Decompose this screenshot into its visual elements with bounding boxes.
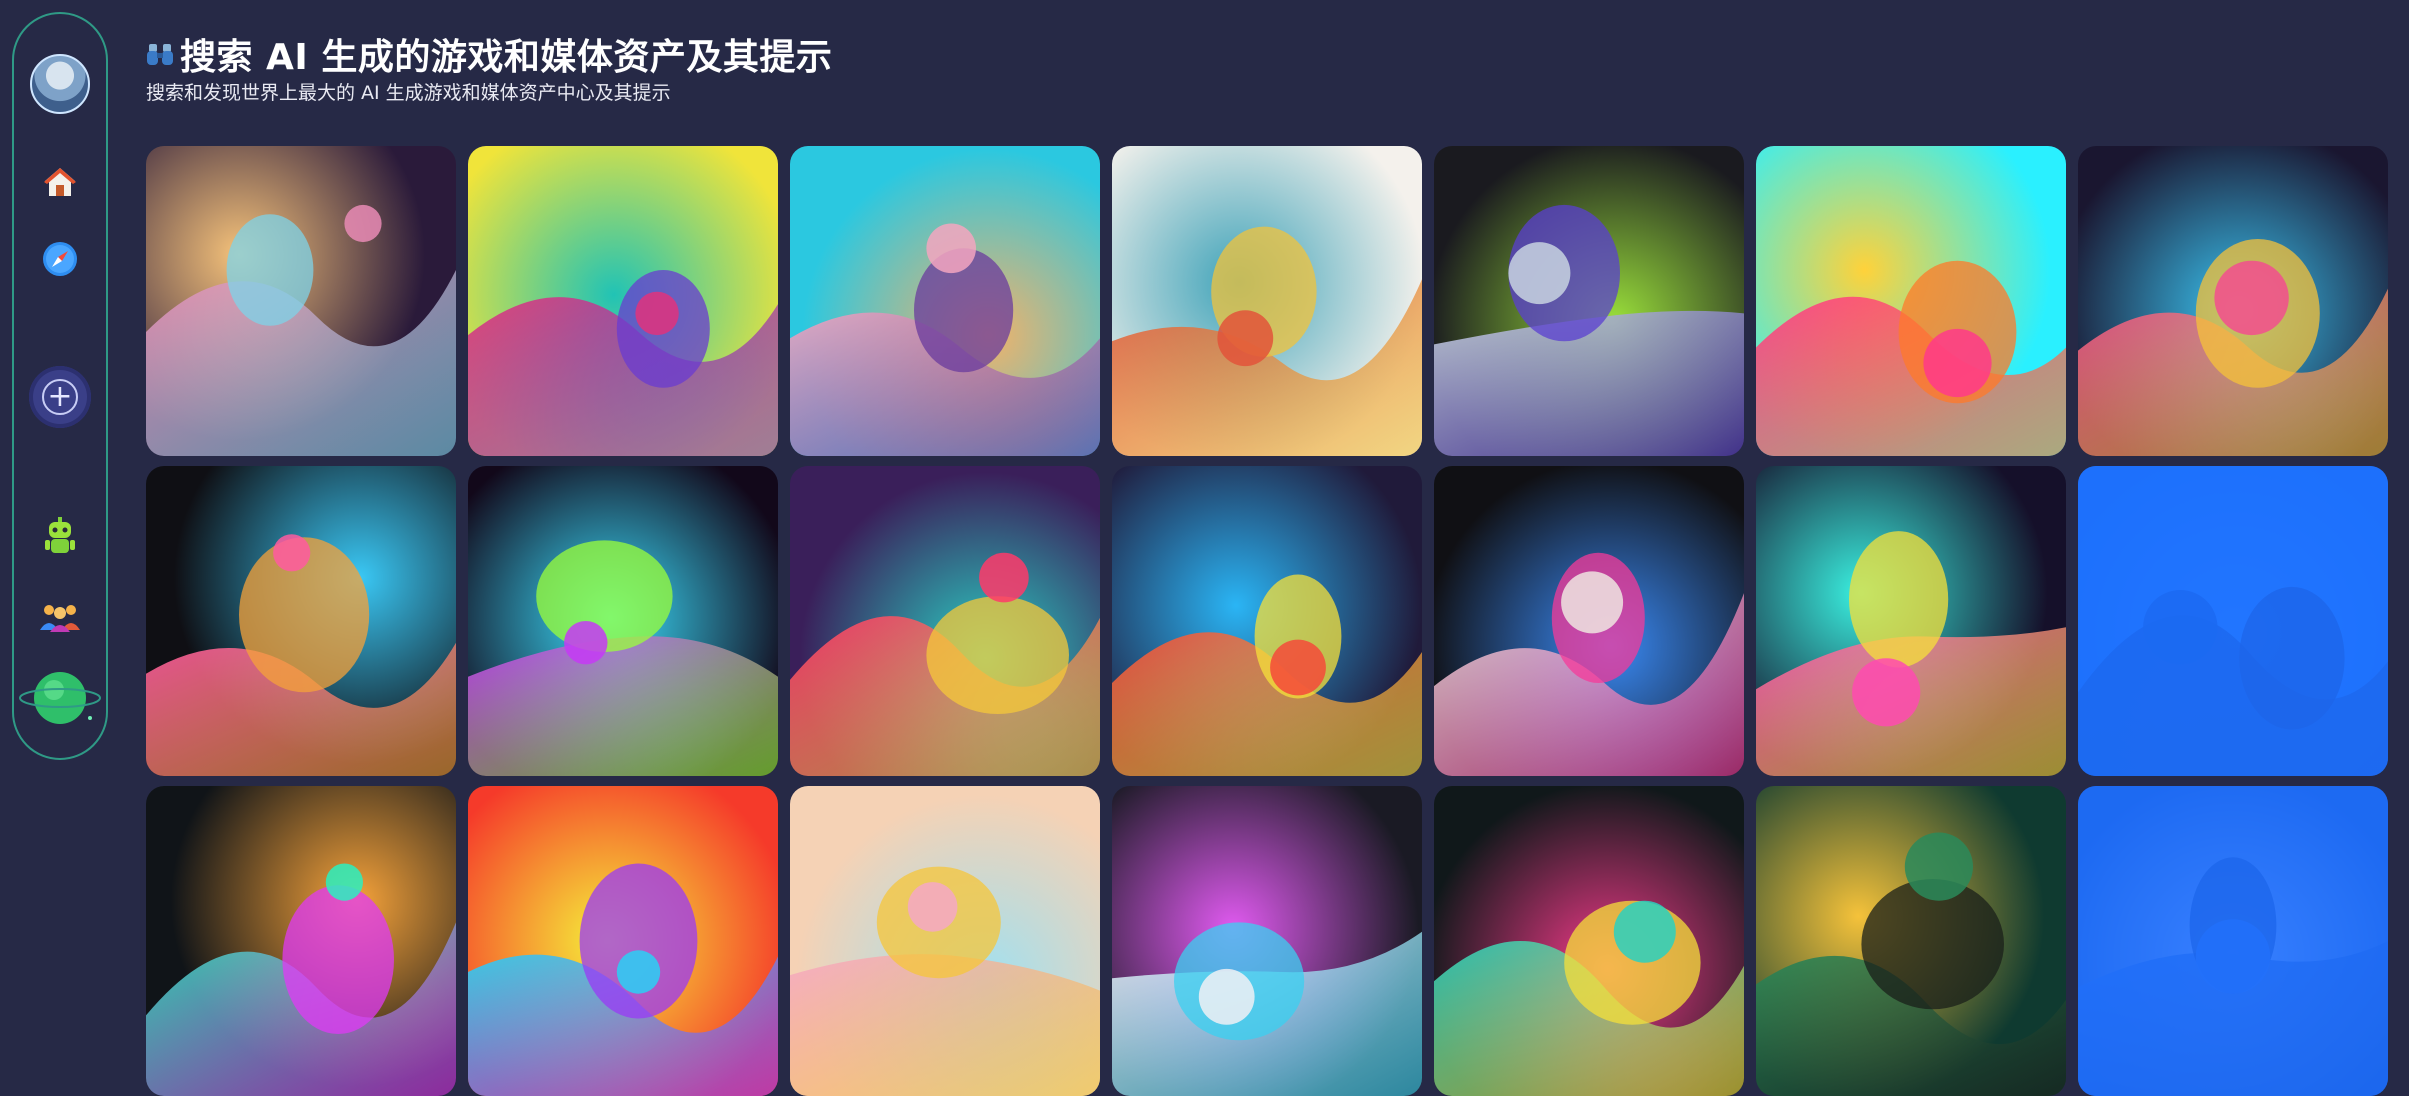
create-button[interactable]: + <box>29 366 91 428</box>
artwork-image <box>1112 466 1422 776</box>
sidebar: + <box>12 12 108 760</box>
artwork-image <box>790 466 1100 776</box>
artwork-image <box>1756 786 2066 1096</box>
artwork-image <box>146 146 456 456</box>
artwork-image <box>1756 146 2066 456</box>
tile-overlay <box>2078 786 2388 1096</box>
gallery-tile[interactable] <box>790 146 1100 456</box>
gallery-tile[interactable] <box>1434 466 1744 776</box>
artwork-image <box>1756 466 2066 776</box>
gallery-tile[interactable] <box>146 466 456 776</box>
robot-icon[interactable] <box>42 516 78 558</box>
gallery-tile[interactable] <box>790 786 1100 1096</box>
gallery-tile[interactable] <box>1112 146 1422 456</box>
gallery-tile[interactable] <box>2078 146 2388 456</box>
artwork-image <box>468 146 778 456</box>
artwork-image <box>790 146 1100 456</box>
gallery-tile[interactable] <box>1756 146 2066 456</box>
home-icon[interactable] <box>42 164 78 200</box>
gallery-tile[interactable] <box>146 146 456 456</box>
binoculars-icon <box>147 44 173 65</box>
plus-icon: + <box>42 379 78 415</box>
avatar[interactable] <box>30 54 90 114</box>
gallery-tile[interactable] <box>790 466 1100 776</box>
gallery-tile[interactable] <box>1756 786 2066 1096</box>
artwork-image <box>1434 146 1744 456</box>
page-subtitle: 搜索和发现世界上最大的 AI 生成游戏和媒体资产中心及其提示 <box>146 82 671 104</box>
gallery-tile[interactable] <box>2078 466 2388 776</box>
gallery-tile[interactable] <box>468 146 778 456</box>
page-title: 搜索 AI 生成的游戏和媒体资产及其提示 <box>146 28 832 80</box>
gallery-tile[interactable] <box>1434 146 1744 456</box>
asset-gallery <box>146 146 2388 1096</box>
gallery-tile[interactable] <box>468 786 778 1096</box>
artwork-image <box>1112 146 1422 456</box>
artwork-image <box>468 786 778 1096</box>
artwork-image <box>146 786 456 1096</box>
artwork-image <box>1112 786 1422 1096</box>
gallery-tile[interactable] <box>146 786 456 1096</box>
gallery-tile[interactable] <box>2078 786 2388 1096</box>
artwork-image <box>2078 146 2388 456</box>
gallery-tile[interactable] <box>1756 466 2066 776</box>
tile-overlay <box>2078 466 2388 776</box>
gallery-tile[interactable] <box>1434 786 1744 1096</box>
compass-icon[interactable] <box>41 240 79 278</box>
gallery-tile[interactable] <box>1112 786 1422 1096</box>
artwork-image <box>146 466 456 776</box>
people-icon[interactable] <box>38 598 82 634</box>
planet-icon[interactable] <box>18 666 102 730</box>
gallery-tile[interactable] <box>468 466 778 776</box>
page-title-text: 搜索 AI 生成的游戏和媒体资产及其提示 <box>180 37 833 78</box>
artwork-image <box>1434 466 1744 776</box>
artwork-image <box>790 786 1100 1096</box>
artwork-image <box>1434 786 1744 1096</box>
gallery-tile[interactable] <box>1112 466 1422 776</box>
artwork-image <box>468 466 778 776</box>
